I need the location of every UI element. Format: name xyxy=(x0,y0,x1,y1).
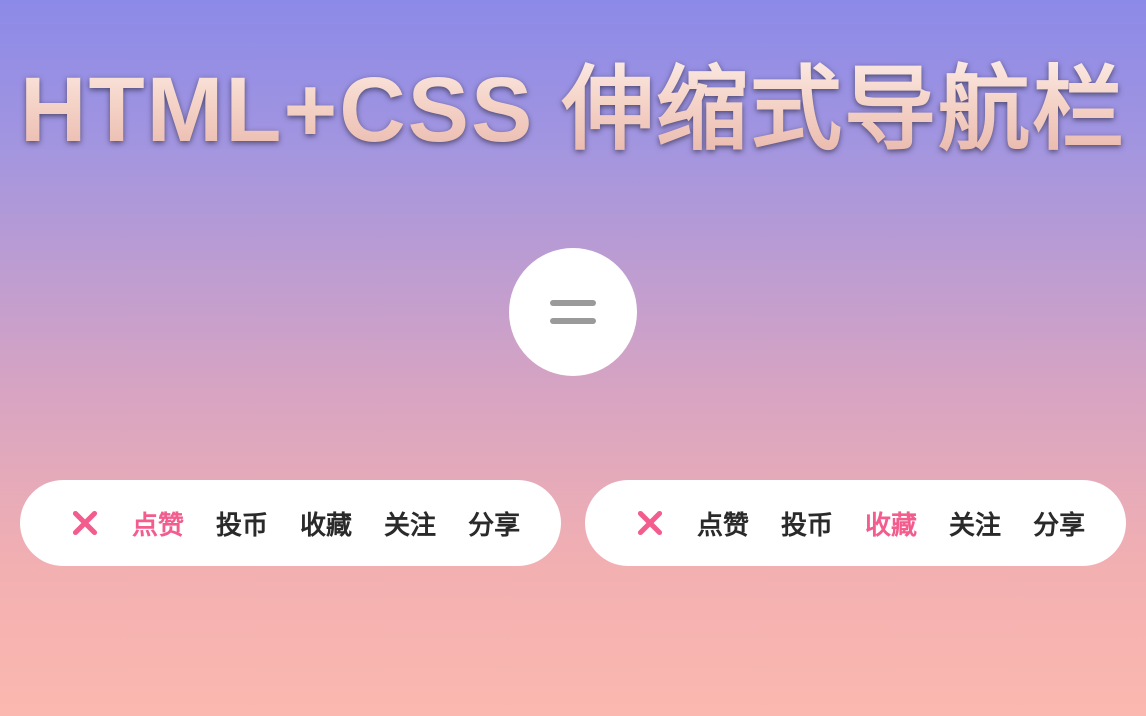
nav-item-like[interactable]: 点赞 xyxy=(697,505,749,542)
nav-item-follow[interactable]: 关注 xyxy=(949,505,1001,542)
page-title: HTML+CSS 伸缩式导航栏 xyxy=(0,35,1146,168)
nav-item-share[interactable]: 分享 xyxy=(1033,505,1085,542)
nav-item-follow[interactable]: 关注 xyxy=(384,505,436,542)
close-icon[interactable] xyxy=(635,508,665,538)
nav-item-share[interactable]: 分享 xyxy=(468,505,520,542)
close-icon[interactable] xyxy=(70,508,100,538)
nav-pill-right: 点赞 投币 收藏 关注 分享 xyxy=(585,480,1126,566)
menu-toggle-button[interactable] xyxy=(509,248,637,376)
nav-item-like[interactable]: 点赞 xyxy=(132,505,184,542)
nav-item-favorite[interactable]: 收藏 xyxy=(865,505,917,542)
nav-item-coin[interactable]: 投币 xyxy=(781,505,833,542)
nav-pill-left: 点赞 投币 收藏 关注 分享 xyxy=(20,480,561,566)
nav-item-favorite[interactable]: 收藏 xyxy=(300,505,352,542)
nav-item-coin[interactable]: 投币 xyxy=(216,505,268,542)
hamburger-icon xyxy=(550,300,596,324)
nav-row: 点赞 投币 收藏 关注 分享 点赞 投币 收藏 关注 分享 xyxy=(0,480,1146,566)
